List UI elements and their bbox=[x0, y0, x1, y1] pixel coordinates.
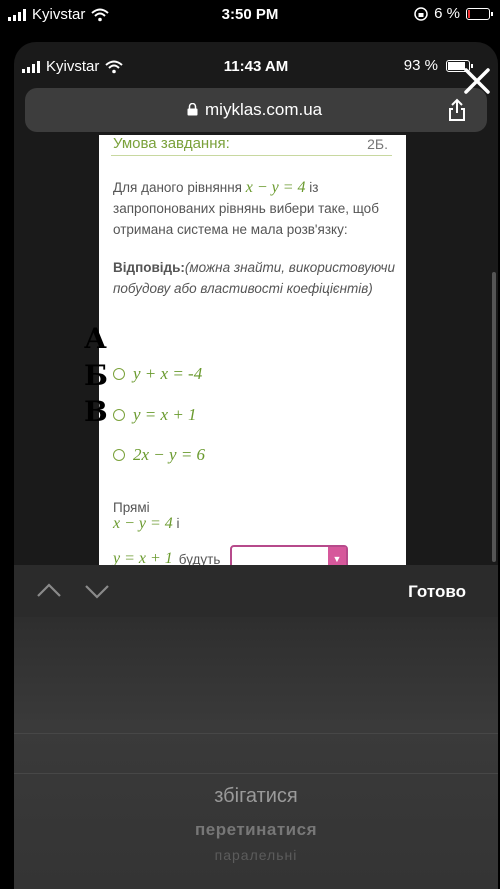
picker-toolbar: Готово bbox=[14, 565, 498, 617]
orientation-lock-icon bbox=[414, 6, 428, 21]
option-equation: 2x − y = 6 bbox=[133, 445, 206, 464]
option-equation: y = x + 1 bbox=[133, 405, 197, 424]
answer-label: Відповідь: bbox=[113, 260, 185, 275]
option-c[interactable]: 2x − y = 6 bbox=[113, 443, 205, 467]
line1-equation: x − y = 4 bbox=[113, 515, 173, 532]
task-equation: x − y = 4 bbox=[245, 179, 306, 196]
task-heading-row: Умова завдання: 2Б. bbox=[111, 135, 392, 156]
address-bar[interactable]: miyklas.com.ua bbox=[25, 88, 487, 132]
outer-battery-group: 6 % bbox=[414, 5, 493, 22]
option-picker[interactable]: збігатися перетинатися паралельні bbox=[14, 617, 498, 889]
picker-divider bbox=[14, 773, 498, 774]
inner-battery-group: 93 % bbox=[403, 57, 473, 74]
radio-button[interactable] bbox=[113, 409, 125, 421]
picker-option[interactable]: паралельні bbox=[14, 847, 498, 863]
battery-icon bbox=[466, 7, 493, 20]
inner-status-bar: Kyivstar 11:43 AM 93 % bbox=[14, 42, 498, 82]
line1-suffix: і bbox=[172, 516, 180, 531]
option-equation: y + x = -4 bbox=[133, 364, 203, 383]
radio-button[interactable] bbox=[113, 368, 125, 380]
lock-icon bbox=[187, 103, 198, 116]
option-a[interactable]: y + x = -4 bbox=[113, 362, 202, 386]
handwritten-mark-b: Б bbox=[84, 359, 108, 392]
task-number: 2Б. bbox=[367, 136, 388, 152]
handwritten-mark-a: А bbox=[84, 322, 107, 355]
inner-battery-text: 93 % bbox=[403, 57, 438, 74]
outer-status-bar: Kyivstar 3:50 PM 6 % bbox=[0, 0, 500, 30]
close-icon[interactable] bbox=[462, 66, 492, 96]
picker-option[interactable]: збігатися bbox=[14, 785, 498, 808]
task-text-before: Для даного рівняння bbox=[113, 180, 246, 195]
share-icon[interactable] bbox=[447, 98, 467, 122]
radio-button[interactable] bbox=[113, 449, 125, 461]
url-text: miyklas.com.ua bbox=[205, 100, 323, 119]
done-button[interactable]: Готово bbox=[408, 582, 466, 602]
answer-instruction: Відповідь:(можна знайти, використовуючи … bbox=[113, 257, 396, 299]
chevron-up-icon[interactable] bbox=[36, 581, 62, 601]
scrollbar[interactable] bbox=[492, 272, 496, 562]
screenshot-photo: Kyivstar 11:43 AM 93 % miyklas.com.ua Ум… bbox=[14, 42, 498, 889]
line1: x − y = 4 і bbox=[113, 515, 180, 533]
task-page: Умова завдання: 2Б. Для даного рівняння … bbox=[99, 135, 406, 573]
picker-divider bbox=[14, 733, 498, 734]
lines-label: Прямі bbox=[113, 500, 150, 515]
option-b[interactable]: y = x + 1 bbox=[113, 403, 197, 427]
handwritten-mark-c: В bbox=[84, 395, 108, 428]
outer-battery-text: 6 % bbox=[434, 5, 460, 22]
picker-option[interactable]: перетинатися bbox=[14, 820, 498, 840]
task-heading: Умова завдання: bbox=[113, 135, 230, 152]
task-text: Для даного рівняння x − y = 4 із запропо… bbox=[113, 177, 394, 240]
chevron-down-icon[interactable] bbox=[84, 581, 110, 601]
